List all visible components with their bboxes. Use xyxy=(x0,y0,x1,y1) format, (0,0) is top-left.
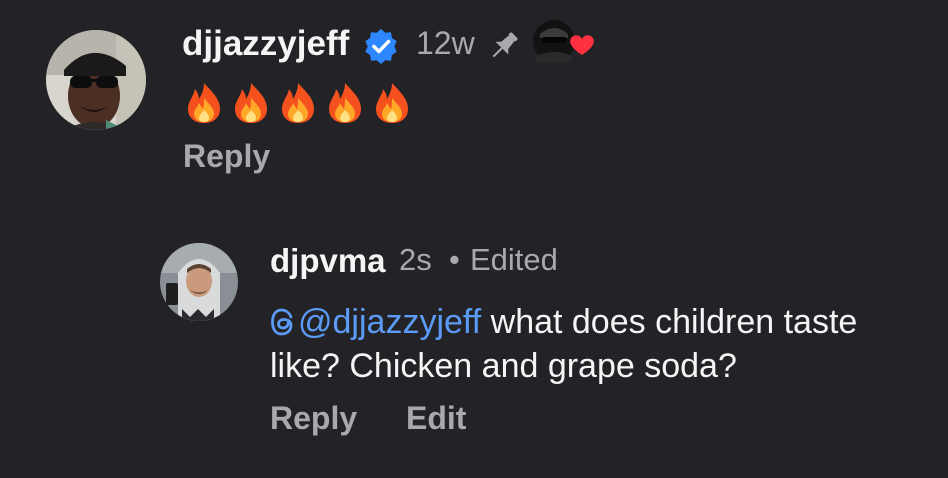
fire-emoji-row xyxy=(184,82,412,124)
avatar-djjazzyjeff[interactable] xyxy=(46,30,146,130)
edited-label: Edited xyxy=(470,242,558,277)
comment-timestamp: 12w xyxy=(416,25,475,61)
fire-emoji-icon xyxy=(282,83,314,123)
reply-timestamp: 2s xyxy=(399,242,432,277)
reply-comment-text: @djjazzyjeff what does children taste li… xyxy=(270,300,930,388)
avatar-djpvma[interactable] xyxy=(160,243,238,321)
verified-badge-icon xyxy=(365,28,397,65)
fire-emoji-icon xyxy=(235,83,267,123)
fire-emoji-icon xyxy=(376,83,408,123)
creator-liked-heart-icon xyxy=(533,20,594,62)
mention-link[interactable]: @djjazzyjeff xyxy=(270,303,481,341)
fire-emoji-icon xyxy=(329,83,361,123)
comment-username[interactable]: djjazzyjeff xyxy=(182,24,349,64)
threads-mention-icon xyxy=(271,308,293,336)
reply-button[interactable]: Reply xyxy=(183,138,270,175)
pin-icon xyxy=(492,32,518,58)
meta-separator: • xyxy=(449,242,460,277)
comment-thread: djjazzyjeff 12w Reply djpvma 2s • Edited… xyxy=(0,0,948,478)
reply-username[interactable]: djpvma xyxy=(270,242,386,280)
fire-emoji-icon xyxy=(188,83,220,123)
reply-button[interactable]: Reply xyxy=(270,400,357,437)
edit-button[interactable]: Edit xyxy=(406,400,466,437)
mention-handle[interactable]: @djjazzyjeff xyxy=(298,303,481,341)
